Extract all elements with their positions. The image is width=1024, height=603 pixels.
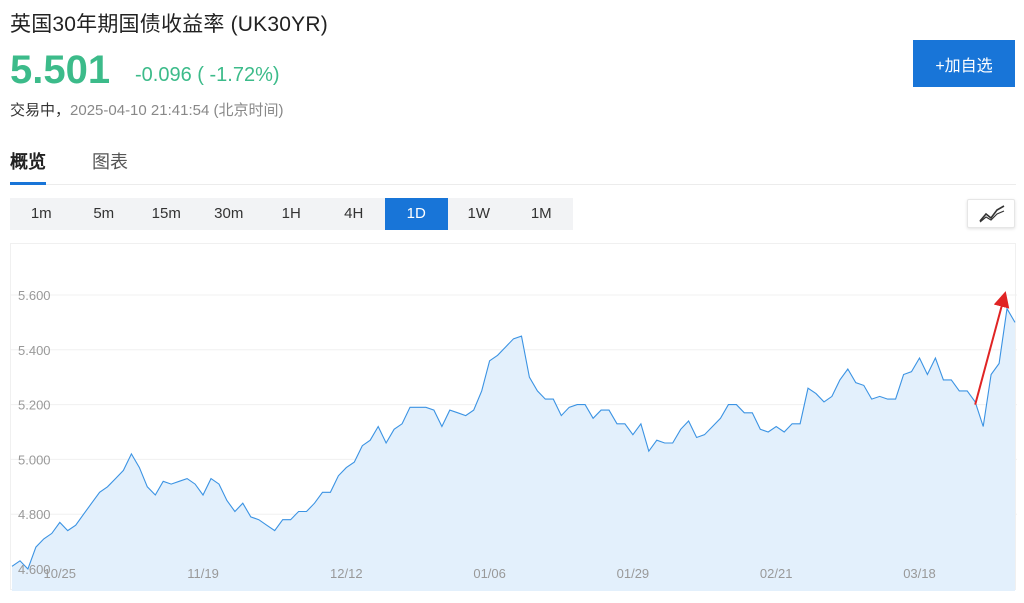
period-30m[interactable]: 30m bbox=[198, 198, 261, 230]
y-tick-label: 5.600 bbox=[18, 288, 51, 303]
timestamp: 2025-04-10 21:41:54 (北京时间) bbox=[70, 102, 284, 119]
x-tick-label: 01/29 bbox=[617, 566, 650, 581]
x-tick-label: 03/18 bbox=[903, 566, 936, 581]
chart-area-fill bbox=[12, 308, 1015, 591]
x-tick-label: 01/06 bbox=[473, 566, 506, 581]
period-5m[interactable]: 5m bbox=[73, 198, 136, 230]
status-label: 交易中， bbox=[10, 102, 71, 119]
period-1w[interactable]: 1W bbox=[448, 198, 511, 230]
period-1h[interactable]: 1H bbox=[260, 198, 323, 230]
y-tick-label: 4.800 bbox=[18, 507, 51, 522]
period-1mo[interactable]: 1M bbox=[510, 198, 573, 230]
current-price: 5.501 bbox=[10, 48, 111, 92]
x-tick-label: 02/21 bbox=[760, 566, 793, 581]
chart-area[interactable]: 5.600 5.400 5.200 5.000 4.800 4.600 10/25 11/19… bbox=[10, 243, 1017, 591]
page-title: 英国30年期国债收益率 (UK30YR) bbox=[10, 13, 328, 36]
price-chart: 5.6005.4005.2005.0004.8004.60010/25 11/19… bbox=[11, 288, 1017, 591]
period-selector: 1m 5m 15m 30m 1H 4H 1D 1W 1M bbox=[10, 198, 573, 230]
x-tick-label: 11/19 bbox=[187, 566, 219, 581]
trading-status: 交易中，2025-04-10 21:41:54 (北京时间) bbox=[10, 99, 283, 120]
period-1m[interactable]: 1m bbox=[10, 198, 73, 230]
x-tick-label: 10/25 bbox=[43, 566, 76, 581]
line-chart-icon bbox=[979, 205, 1005, 223]
y-tick-label: 5.200 bbox=[18, 398, 51, 413]
period-15m[interactable]: 15m bbox=[135, 198, 198, 230]
y-tick-label: 5.400 bbox=[18, 343, 51, 358]
price-change: -0.096 ( -1.72%) bbox=[135, 64, 280, 86]
add-watchlist-button[interactable]: +加自选 bbox=[913, 40, 1015, 87]
period-4h[interactable]: 4H bbox=[323, 198, 386, 230]
tab-chart[interactable]: 图表 bbox=[92, 148, 128, 184]
tab-overview[interactable]: 概览 bbox=[10, 148, 46, 185]
y-tick-label: 5.000 bbox=[18, 452, 51, 467]
chart-type-toggle[interactable] bbox=[967, 199, 1015, 228]
tab-bar: 概览 图表 bbox=[10, 136, 1016, 185]
x-tick-label: 12/12 bbox=[330, 566, 363, 581]
period-1d[interactable]: 1D bbox=[385, 198, 448, 230]
